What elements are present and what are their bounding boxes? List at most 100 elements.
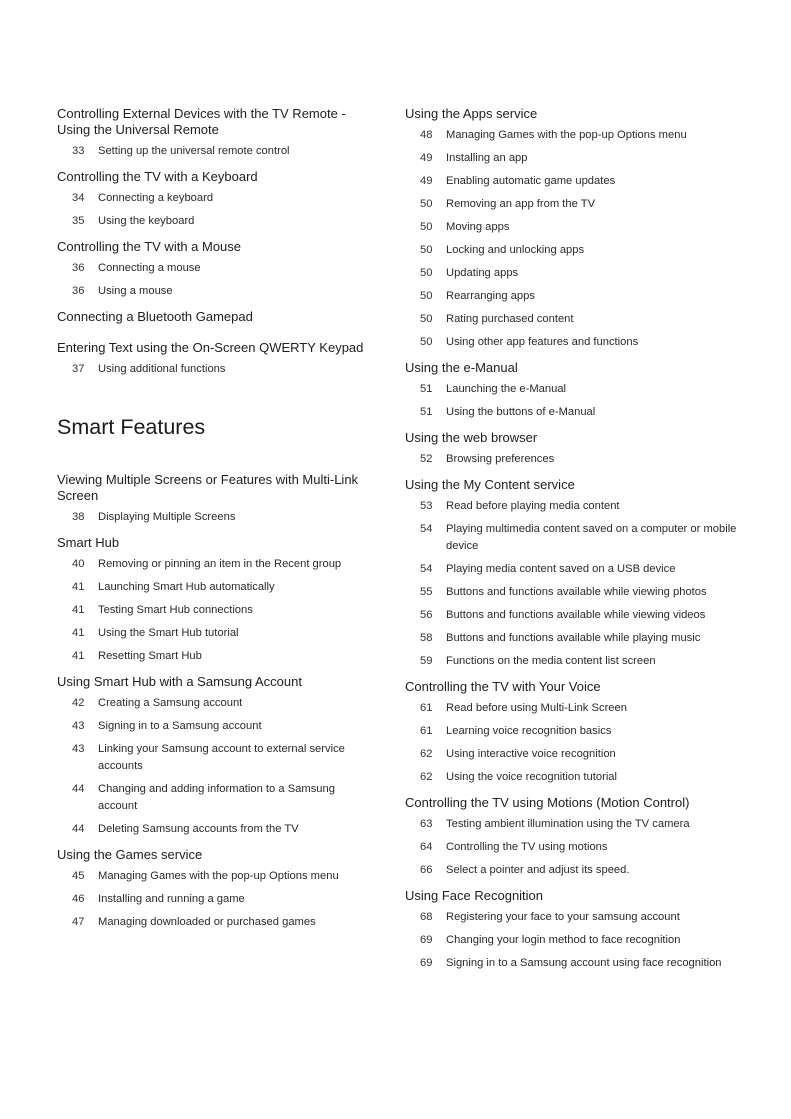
toc-entry[interactable]: 47 Managing downloaded or purchased games <box>57 914 377 931</box>
toc-section-title[interactable]: Using Smart Hub with a Samsung Account <box>57 674 377 690</box>
toc-entry-text: Displaying Multiple Screens <box>98 511 236 523</box>
toc-entry-text: Managing Games with the pop-up Options m… <box>98 870 339 882</box>
toc-section: Controlling the TV using Motions (Motion… <box>405 795 745 879</box>
toc-entry[interactable]: 69 Signing in to a Samsung account using … <box>405 955 745 972</box>
toc-entry-page: 38 <box>72 511 85 523</box>
toc-section-title[interactable]: Controlling the TV with Your Voice <box>405 679 745 695</box>
toc-entry-list: 68 Registering your face to your samsung … <box>405 909 745 972</box>
toc-entry[interactable]: 50 Using other app features and functions <box>405 334 745 351</box>
toc-entry[interactable]: 50 Locking and unlocking apps <box>405 242 745 259</box>
toc-entry-text: Updating apps <box>446 267 519 279</box>
toc-entry-page: 49 <box>420 175 433 187</box>
toc-entry[interactable]: 35 Using the keyboard <box>57 213 377 230</box>
toc-entry[interactable]: 41 Resetting Smart Hub <box>57 648 377 665</box>
toc-entry-page: 41 <box>72 581 85 593</box>
toc-section: Controlling External Devices with the TV… <box>57 106 377 160</box>
toc-sections-before-chapter: Controlling External Devices with the TV… <box>57 106 377 378</box>
toc-section-title[interactable]: Using the Apps service <box>405 106 745 122</box>
toc-entry[interactable]: 36 Connecting a mouse <box>57 260 377 277</box>
toc-section-title[interactable]: Using the e-Manual <box>405 360 745 376</box>
toc-section-title[interactable]: Smart Hub <box>57 535 377 551</box>
toc-section: Using the Apps service 48 Managing Games w… <box>405 106 745 351</box>
toc-entry-text: Changing and adding information to a Sam… <box>98 783 335 812</box>
toc-entry[interactable]: 63 Testing ambient illumination using the… <box>405 816 745 833</box>
toc-section-title[interactable]: Viewing Multiple Screens or Features wit… <box>57 472 377 504</box>
toc-entry[interactable]: 52 Browsing preferences <box>405 451 745 468</box>
toc-section-title[interactable]: Using the Games service <box>57 847 377 863</box>
toc-entry[interactable]: 50 Updating apps <box>405 265 745 282</box>
toc-entry-page: 50 <box>420 313 433 325</box>
toc-section-title[interactable]: Using Face Recognition <box>405 888 745 904</box>
toc-entry-text: Signing in to a Samsung account <box>98 720 262 732</box>
toc-entry[interactable]: 64 Controlling the TV using motions <box>405 839 745 856</box>
toc-entry-page: 63 <box>420 818 433 830</box>
toc-entry-text: Playing multimedia content saved on a co… <box>446 523 737 552</box>
toc-entry[interactable]: 36 Using a mouse <box>57 283 377 300</box>
toc-entry[interactable]: 61 Read before using Multi-Link Screen <box>405 700 745 717</box>
toc-entry[interactable]: 41 Using the Smart Hub tutorial <box>57 625 377 642</box>
toc-entry[interactable]: 41 Launching Smart Hub automatically <box>57 579 377 596</box>
toc-entry[interactable]: 51 Launching the e-Manual <box>405 381 745 398</box>
toc-entry[interactable]: 44 Deleting Samsung accounts from the TV <box>57 821 377 838</box>
toc-entry[interactable]: 38 Displaying Multiple Screens <box>57 509 377 526</box>
toc-section-title[interactable]: Connecting a Bluetooth Gamepad <box>57 309 377 325</box>
toc-entry-page: 46 <box>72 893 85 905</box>
toc-entry[interactable]: 62 Using the voice recognition tutorial <box>405 769 745 786</box>
toc-entry[interactable]: 51 Using the buttons of e-Manual <box>405 404 745 421</box>
toc-entry[interactable]: 50 Removing an app from the TV <box>405 196 745 213</box>
toc-entry-page: 52 <box>420 453 433 465</box>
toc-section-title[interactable]: Controlling the TV using Motions (Motion… <box>405 795 745 811</box>
toc-entry[interactable]: 53 Read before playing media content <box>405 498 745 515</box>
toc-entry-text: Installing an app <box>446 152 528 164</box>
toc-entry[interactable]: 49 Installing an app <box>405 150 745 167</box>
toc-entry[interactable]: 45 Managing Games with the pop-up Options… <box>57 868 377 885</box>
toc-entry[interactable]: 50 Rearranging apps <box>405 288 745 305</box>
toc-entry-page: 43 <box>72 743 85 755</box>
toc-section-title[interactable]: Using the web browser <box>405 430 745 446</box>
toc-entry[interactable]: 59 Functions on the media content list sc… <box>405 653 745 670</box>
toc-entry-text: Removing or pinning an item in the Recen… <box>98 558 342 570</box>
toc-entry[interactable]: 33 Setting up the universal remote contro… <box>57 143 377 160</box>
toc-entry[interactable]: 54 Playing multimedia content saved on a … <box>405 521 745 555</box>
toc-section: Using the Games service 45 Managing Games … <box>57 847 377 931</box>
toc-entry[interactable]: 41 Testing Smart Hub connections <box>57 602 377 619</box>
toc-entry[interactable]: 68 Registering your face to your samsung … <box>405 909 745 926</box>
toc-entry[interactable]: 55 Buttons and functions available while … <box>405 584 745 601</box>
toc-entry[interactable]: 49 Enabling automatic game updates <box>405 173 745 190</box>
toc-entry-page: 50 <box>420 244 433 256</box>
toc-entry-text: Using the keyboard <box>98 215 195 227</box>
toc-entry[interactable]: 50 Moving apps <box>405 219 745 236</box>
toc-entry[interactable]: 40 Removing or pinning an item in the Rec… <box>57 556 377 573</box>
toc-section-title[interactable]: Controlling the TV with a Keyboard <box>57 169 377 185</box>
toc-entry[interactable]: 44 Changing and adding information to a S… <box>57 781 377 815</box>
toc-section-title[interactable]: Controlling External Devices with the TV… <box>57 106 377 138</box>
toc-entry[interactable]: 66 Select a pointer and adjust its speed. <box>405 862 745 879</box>
toc-entry[interactable]: 61 Learning voice recognition basics <box>405 723 745 740</box>
toc-section-title[interactable]: Controlling the TV with a Mouse <box>57 239 377 255</box>
toc-entry-text: Select a pointer and adjust its speed. <box>446 864 630 876</box>
toc-section: Using Face Recognition 68 Registering your… <box>405 888 745 972</box>
toc-entry[interactable]: 42 Creating a Samsung account <box>57 695 377 712</box>
toc-entry[interactable]: 43 Linking your Samsung account to extern… <box>57 741 377 775</box>
toc-entry-page: 62 <box>420 748 433 760</box>
toc-section: Entering Text using the On-Screen QWERTY… <box>57 340 377 378</box>
toc-section-title[interactable]: Using the My Content service <box>405 477 745 493</box>
toc-section: Viewing Multiple Screens or Features wit… <box>57 472 377 526</box>
toc-entry[interactable]: 62 Using interactive voice recognition <box>405 746 745 763</box>
toc-entry[interactable]: 69 Changing your login method to face rec… <box>405 932 745 949</box>
toc-entry-page: 58 <box>420 632 433 644</box>
toc-entry[interactable]: 54 Playing media content saved on a USB d… <box>405 561 745 578</box>
toc-entry-page: 62 <box>420 771 433 783</box>
toc-entry[interactable]: 58 Buttons and functions available while … <box>405 630 745 647</box>
toc-entry-text: Testing ambient illumination using the T… <box>446 818 690 830</box>
toc-entry[interactable]: 46 Installing and running a game <box>57 891 377 908</box>
toc-entry-page: 50 <box>420 290 433 302</box>
toc-entry[interactable]: 43 Signing in to a Samsung account <box>57 718 377 735</box>
toc-entry[interactable]: 56 Buttons and functions available while … <box>405 607 745 624</box>
toc-entry[interactable]: 48 Managing Games with the pop-up Options… <box>405 127 745 144</box>
toc-entry[interactable]: 37 Using additional functions <box>57 361 377 378</box>
toc-entry-list: 63 Testing ambient illumination using the… <box>405 816 745 879</box>
toc-entry[interactable]: 34 Connecting a keyboard <box>57 190 377 207</box>
toc-section-title[interactable]: Entering Text using the On-Screen QWERTY… <box>57 340 377 356</box>
toc-entry[interactable]: 50 Rating purchased content <box>405 311 745 328</box>
